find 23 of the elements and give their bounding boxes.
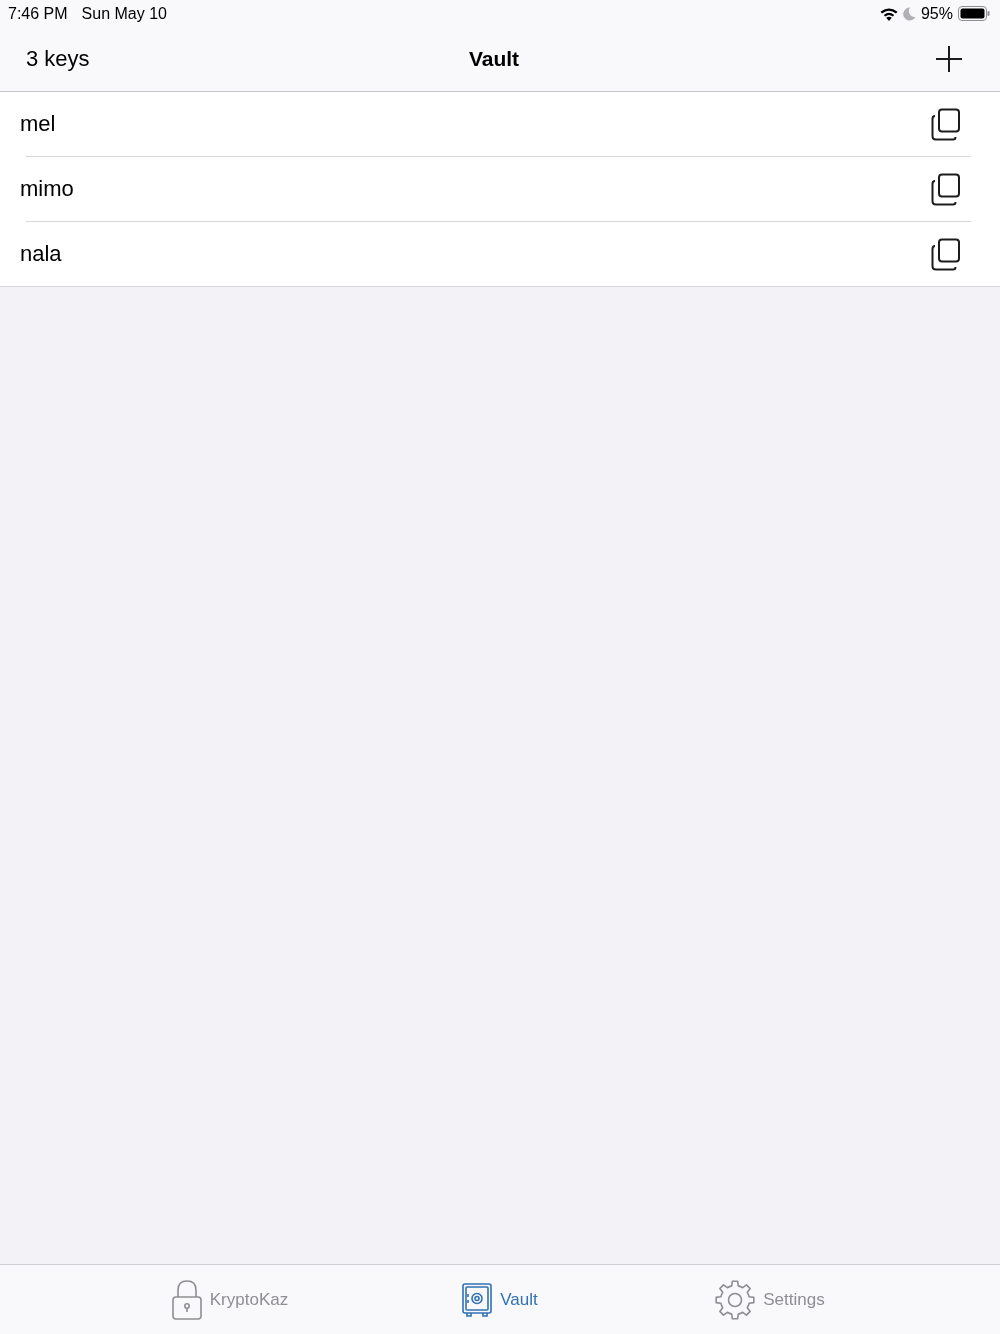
add-button[interactable]: [936, 46, 962, 72]
moon-icon: [902, 6, 916, 21]
lock-icon: [171, 1279, 202, 1320]
battery-icon: [958, 6, 990, 21]
copy-button[interactable]: [931, 172, 961, 206]
copy-icon: [931, 172, 961, 206]
plus-icon: [936, 46, 962, 72]
copy-button[interactable]: [931, 237, 961, 271]
status-time: 7:46 PM: [8, 4, 68, 23]
copy-button[interactable]: [931, 107, 961, 141]
nav-title: Vault: [468, 47, 520, 71]
battery-percent: 95%: [920, 4, 953, 23]
key-count: 3 keys: [26, 46, 91, 72]
safe-icon: [462, 1282, 493, 1317]
key-name[interactable]: nala: [20, 241, 62, 267]
status-date: Sun May 10: [81, 4, 167, 23]
wifi-icon: [879, 6, 898, 21]
copy-icon: [931, 237, 961, 271]
key-name[interactable]: mimo: [20, 176, 74, 202]
copy-icon: [931, 107, 961, 141]
key-name[interactable]: mel: [20, 111, 56, 137]
settings-icon: [715, 1279, 756, 1320]
tab-item[interactable]: Vault: [365, 1282, 635, 1317]
